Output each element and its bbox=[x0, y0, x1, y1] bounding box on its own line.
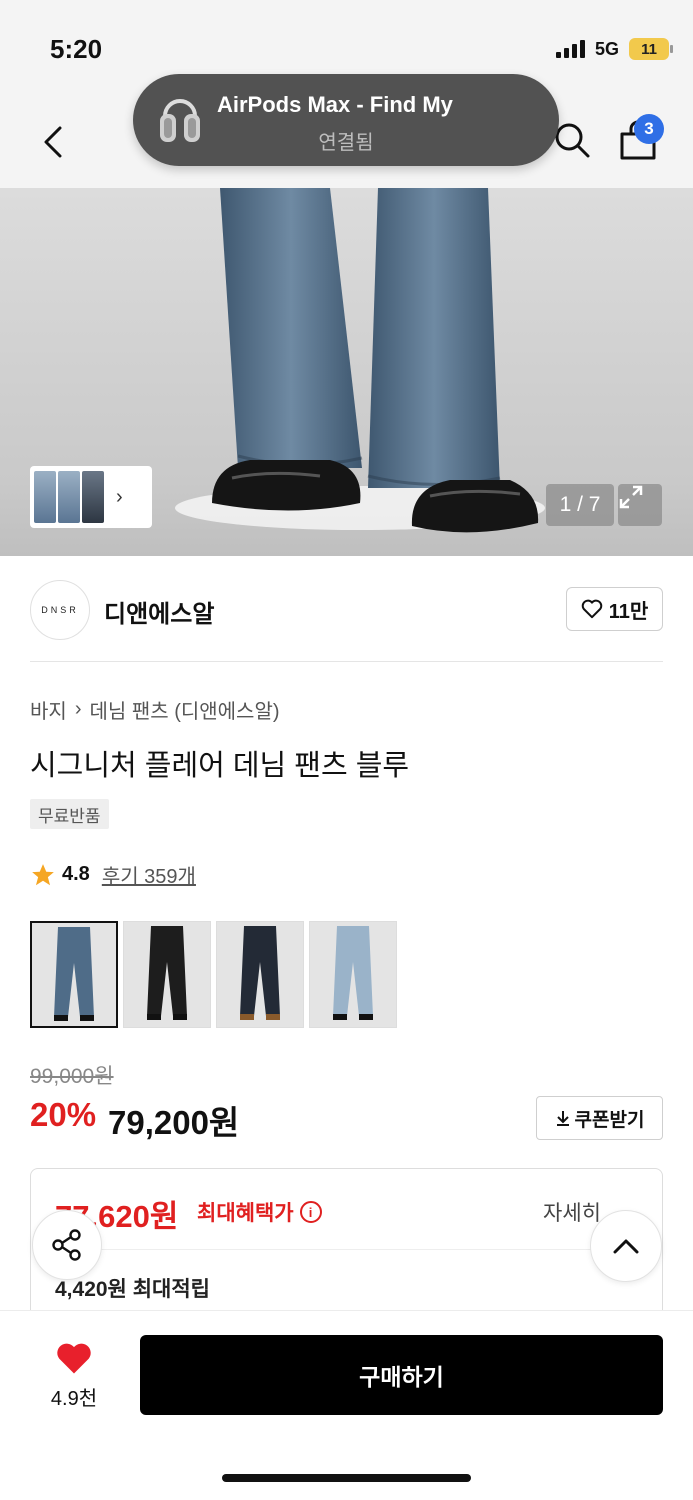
gallery-mini-thumb bbox=[58, 471, 80, 523]
cart-count-badge: 3 bbox=[634, 114, 664, 144]
rating-row: 4.8 후기 359개 bbox=[30, 860, 196, 889]
info-icon[interactable]: i bbox=[299, 1201, 322, 1223]
gallery-mini-thumb bbox=[82, 471, 104, 523]
original-price: 99,000원 bbox=[30, 1065, 114, 1088]
home-indicator bbox=[222, 1474, 471, 1482]
signal-icon bbox=[555, 40, 585, 58]
rating-score: 4.8 bbox=[62, 863, 90, 885]
gallery-thumbnail-strip[interactable]: › bbox=[30, 466, 152, 528]
chevron-right-icon: › bbox=[116, 485, 123, 508]
notification-subtitle: 연결됨 bbox=[318, 132, 374, 154]
network-label: 5G bbox=[594, 38, 619, 59]
benefit-detail-label: 자세히 bbox=[543, 1202, 601, 1225]
battery-level: 11 bbox=[641, 40, 657, 58]
product-title: 시그니처 플레어 데님 팬츠 블루 bbox=[30, 750, 410, 782]
download-icon bbox=[556, 1111, 569, 1126]
color-option-photo bbox=[124, 922, 210, 1027]
expand-icon bbox=[619, 485, 643, 509]
heart-outline-icon bbox=[581, 599, 602, 619]
breadcrumb-subcategory[interactable]: 데님 팬츠 (디앤에스알) bbox=[89, 695, 279, 724]
brand-like-count: 11만 bbox=[608, 600, 649, 623]
brand-name[interactable]: 디앤에스알 bbox=[104, 594, 214, 629]
bottom-purchase-bar: 4.9천 구매하기 bbox=[0, 1310, 693, 1500]
wishlist-button[interactable]: 4.9천 bbox=[40, 1341, 108, 1411]
max-benefit-label-text: 최대혜택가 bbox=[197, 1202, 294, 1225]
color-options bbox=[30, 921, 397, 1028]
wishlist-count: 4.9천 bbox=[50, 1388, 98, 1410]
free-return-badge: 무료반품 bbox=[30, 799, 109, 829]
max-benefit-label: 최대혜택가 i bbox=[197, 1197, 322, 1227]
breadcrumb: 바지 › 데님 팬츠 (디앤에스알) bbox=[30, 695, 280, 724]
status-time: 5:20 bbox=[50, 34, 103, 64]
color-option-photo bbox=[310, 922, 396, 1027]
gallery-mini-thumb bbox=[34, 471, 56, 523]
chevron-right-icon: › bbox=[74, 698, 82, 720]
heart-filled-icon bbox=[57, 1343, 91, 1374]
divider bbox=[55, 1249, 640, 1250]
share-button[interactable] bbox=[32, 1210, 102, 1280]
airpods-notification[interactable]: AirPods Max - Find My 연결됨 bbox=[133, 74, 559, 166]
color-option-blue[interactable] bbox=[30, 921, 118, 1028]
expand-button[interactable] bbox=[618, 484, 662, 526]
back-icon[interactable] bbox=[40, 122, 70, 162]
color-option-light-blue[interactable] bbox=[309, 921, 397, 1028]
color-option-black[interactable] bbox=[123, 921, 211, 1028]
chevron-up-icon bbox=[613, 1239, 639, 1254]
star-icon bbox=[32, 863, 54, 885]
brand-logo[interactable]: DNSR bbox=[30, 580, 90, 640]
notification-title: AirPods Max - Find My bbox=[217, 92, 453, 117]
brand-like-button[interactable]: 11만 bbox=[566, 587, 663, 631]
share-icon bbox=[52, 1229, 81, 1261]
gallery-page-indicator: 1 / 7 bbox=[546, 484, 614, 526]
discount-rate: 20% bbox=[30, 1096, 97, 1133]
divider bbox=[30, 661, 663, 662]
breadcrumb-category[interactable]: 바지 bbox=[30, 695, 67, 724]
coupon-button[interactable]: 쿠폰받기 bbox=[536, 1096, 663, 1140]
coupon-label: 쿠폰받기 bbox=[574, 1109, 645, 1131]
battery-icon: 11 bbox=[629, 38, 673, 60]
status-icons: 5G 11 bbox=[555, 38, 673, 60]
color-option-photo bbox=[217, 922, 303, 1027]
color-option-photo bbox=[32, 923, 116, 1026]
sale-price: 79,200원 bbox=[108, 1104, 240, 1141]
color-option-dark-navy[interactable] bbox=[216, 921, 304, 1028]
review-link[interactable]: 후기 359개 bbox=[102, 860, 196, 889]
product-image-gallery[interactable]: › 1 / 7 bbox=[0, 188, 693, 556]
buy-button[interactable]: 구매하기 bbox=[140, 1335, 663, 1415]
scroll-top-button[interactable] bbox=[590, 1210, 662, 1282]
